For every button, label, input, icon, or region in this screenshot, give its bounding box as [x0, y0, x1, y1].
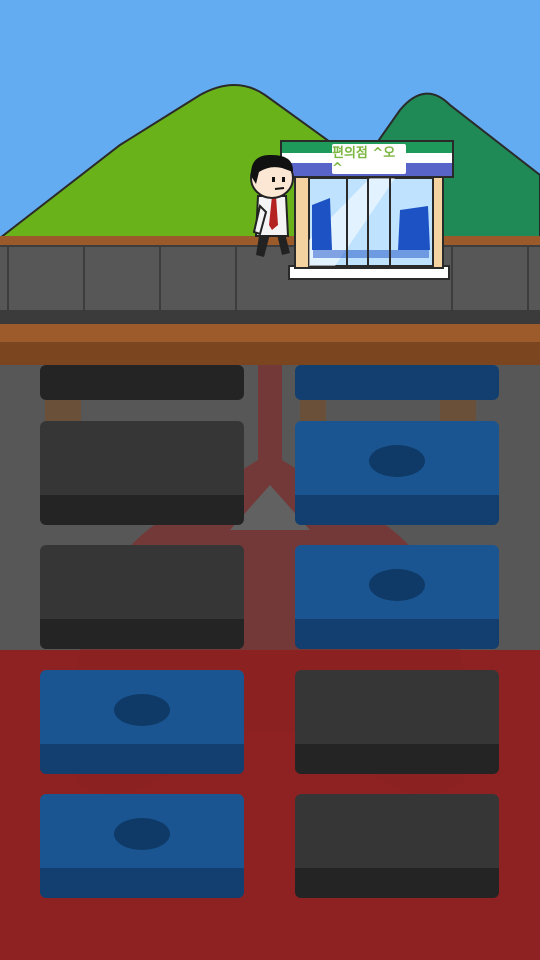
tile-hole-icon: [369, 445, 425, 477]
tile-r3-right[interactable]: [295, 545, 499, 649]
tile-r4-right[interactable]: [295, 670, 499, 774]
tile-r3-left[interactable]: [40, 545, 244, 649]
tile-r2-right[interactable]: [295, 421, 499, 525]
tile-r5-left[interactable]: [40, 794, 244, 898]
store-sign: 편의점 ^오^: [332, 144, 406, 176]
tile-hole-icon: [114, 694, 170, 726]
tile-hole-icon: [114, 818, 170, 850]
tile-hole-icon: [369, 569, 425, 601]
wall-shadow: [0, 310, 540, 324]
tile-r1-left[interactable]: [40, 365, 244, 400]
tile-r2-left[interactable]: [40, 421, 244, 525]
stone-wall: [0, 246, 540, 310]
tile-r5-right[interactable]: [295, 794, 499, 898]
wooden-beam-shadow: [0, 342, 540, 365]
wooden-beam: [0, 324, 540, 342]
tile-r4-left[interactable]: [40, 670, 244, 774]
tile-r1-right[interactable]: [295, 365, 499, 400]
wall-top: [0, 236, 540, 246]
